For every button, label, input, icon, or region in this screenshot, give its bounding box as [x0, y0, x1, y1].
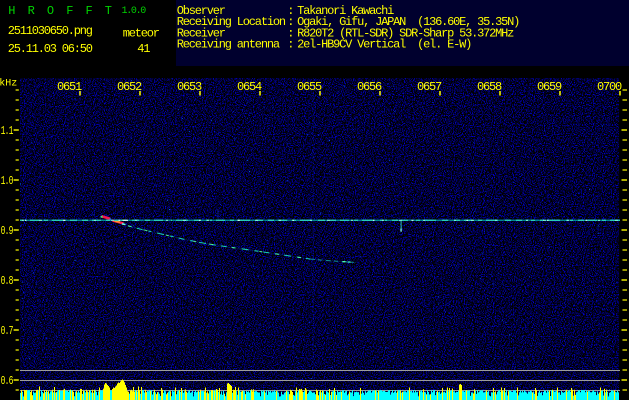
svg-text:H R O F F T: H R O F F T	[8, 4, 114, 18]
svg-text:2el-HB9CV Vertical (el. E-W): 2el-HB9CV Vertical (el. E-W)	[297, 38, 471, 52]
svg-text:0653: 0653	[177, 80, 202, 94]
svg-text:0.9: 0.9	[1, 226, 14, 239]
svg-text:41: 41	[137, 42, 150, 56]
svg-text:0652: 0652	[117, 80, 142, 94]
svg-text:1.0: 1.0	[1, 176, 14, 189]
svg-text:0.6: 0.6	[1, 376, 14, 389]
svg-text:0651: 0651	[57, 80, 82, 94]
svg-text:2511030650.png: 2511030650.png	[8, 24, 93, 38]
svg-text:25.11.03 06:50: 25.11.03 06:50	[8, 42, 93, 56]
svg-text:0654: 0654	[237, 80, 262, 94]
svg-text:0656: 0656	[357, 80, 382, 94]
svg-text:1.0.0: 1.0.0	[122, 6, 147, 17]
svg-text:kHz: kHz	[0, 78, 17, 90]
svg-text:0659: 0659	[537, 80, 562, 94]
svg-text:meteor: meteor	[123, 26, 160, 40]
svg-text:0658: 0658	[477, 80, 502, 94]
svg-text:0.8: 0.8	[1, 276, 14, 289]
svg-text:0700: 0700	[597, 80, 622, 94]
svg-text:0655: 0655	[297, 80, 322, 94]
svg-text:0.7: 0.7	[1, 326, 14, 339]
svg-text::: :	[287, 38, 293, 52]
svg-text:Receiving antenna: Receiving antenna	[177, 38, 280, 52]
svg-text:0657: 0657	[417, 80, 442, 94]
svg-text:1.1: 1.1	[1, 126, 14, 139]
